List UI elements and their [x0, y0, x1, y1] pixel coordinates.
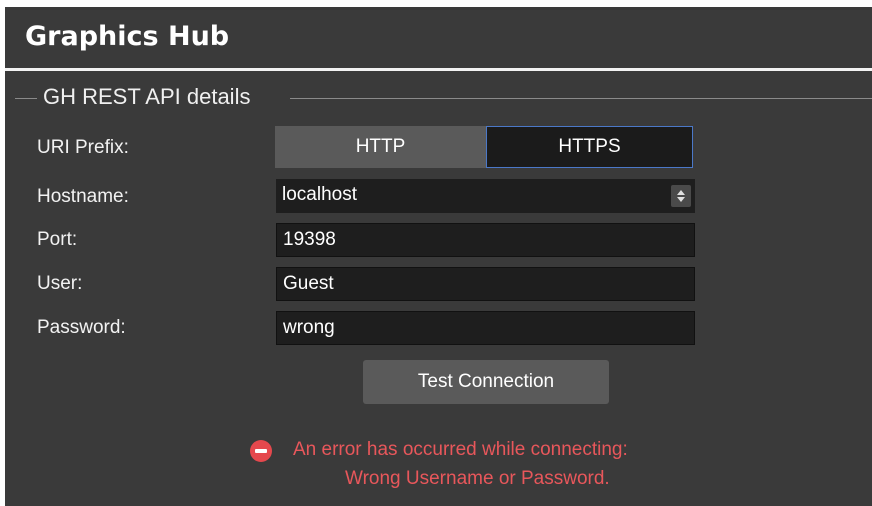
user-field[interactable]: [276, 267, 695, 301]
port-label: Port:: [37, 229, 78, 250]
hostname-label: Hostname:: [37, 186, 129, 207]
test-connection-button[interactable]: Test Connection: [363, 360, 609, 404]
error-message-line2: Wrong Username or Password.: [345, 468, 610, 489]
section-divider-left: [15, 98, 37, 99]
updown-arrows-icon[interactable]: [671, 185, 691, 207]
error-minus-circle-icon: [250, 440, 272, 462]
port-field[interactable]: [276, 223, 695, 257]
user-label: User:: [37, 273, 83, 294]
page-title: Graphics Hub: [25, 21, 230, 52]
section-legend: GH REST API details: [43, 84, 251, 109]
hostname-value: localhost: [282, 184, 357, 205]
uri-prefix-label: URI Prefix:: [37, 137, 129, 158]
uri-prefix-https-button[interactable]: HTTPS: [486, 126, 693, 168]
title-bar: Graphics Hub: [5, 7, 872, 68]
section-divider-right: [290, 98, 872, 99]
graphics-hub-panel: Graphics Hub GH REST API details URI Pre…: [5, 7, 872, 506]
hostname-select[interactable]: localhost: [276, 179, 695, 213]
password-field[interactable]: [276, 311, 695, 345]
uri-prefix-http-button[interactable]: HTTP: [275, 126, 486, 168]
error-message-line1: An error has occurred while connecting:: [293, 439, 628, 460]
password-label: Password:: [37, 317, 126, 338]
title-divider: [5, 68, 872, 71]
